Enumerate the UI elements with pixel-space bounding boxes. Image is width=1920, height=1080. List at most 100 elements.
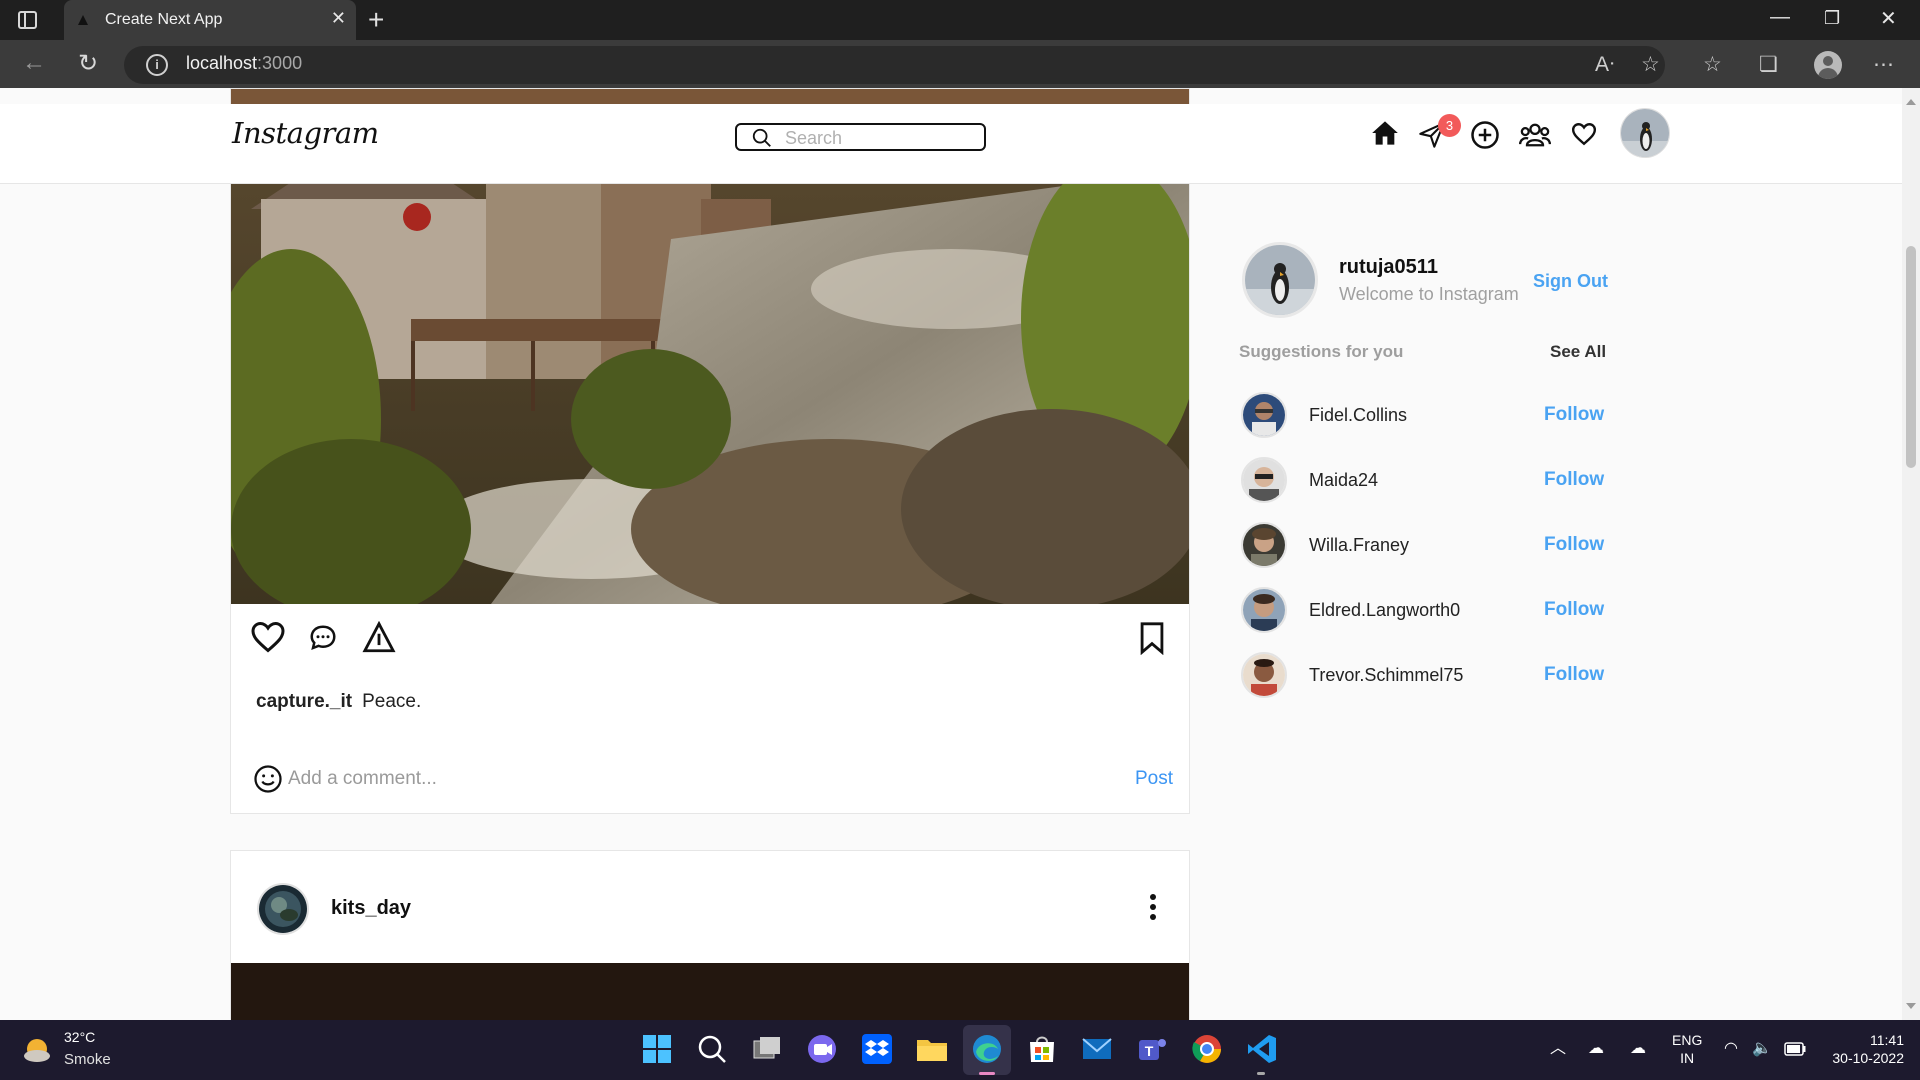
suggestion-avatar[interactable] (1241, 522, 1287, 568)
new-tab-icon[interactable]: + (368, 4, 384, 36)
profile-avatar[interactable] (1242, 242, 1318, 318)
post-caption-username[interactable]: capture._it (256, 691, 352, 712)
emoji-icon[interactable] (253, 764, 283, 794)
post-author-username[interactable]: kits_day (331, 897, 411, 920)
search-input[interactable] (785, 126, 981, 150)
onedrive-personal-icon[interactable]: ☁ (1630, 1038, 1646, 1058)
nextjs-favicon-icon (78, 15, 88, 25)
favorites-icon[interactable]: ☆ (1703, 52, 1722, 77)
teams-chat-icon[interactable] (805, 1032, 839, 1066)
collections-icon[interactable]: ❏ (1759, 52, 1778, 77)
active-app-indicator (979, 1072, 995, 1075)
home-icon[interactable] (1371, 119, 1399, 147)
windows-taskbar: 32°C Smoke T ︿ ☁ ☁ ENG IN ◠ 🔈 11:41 30-10-… (0, 1020, 1920, 1080)
restore-icon[interactable]: ❐ (1824, 8, 1840, 29)
scroll-up-icon[interactable] (1906, 94, 1916, 105)
address-bar[interactable] (124, 46, 1665, 84)
onedrive-icon[interactable]: ☁ (1588, 1038, 1604, 1058)
search-box[interactable] (735, 123, 986, 151)
scroll-down-icon[interactable] (1906, 1003, 1916, 1014)
post-image (231, 963, 1189, 1020)
more-menu-icon[interactable]: ⋯ (1873, 52, 1894, 77)
post-comment-button[interactable]: Post (1135, 768, 1173, 790)
instagram-logo[interactable]: Instagram (232, 116, 379, 150)
bookmark-icon[interactable] (1137, 621, 1167, 655)
file-explorer-icon[interactable] (915, 1032, 949, 1066)
comment-icon[interactable] (307, 623, 339, 653)
comment-form: Post (253, 762, 1173, 798)
url-text[interactable]: localhost:3000 (186, 53, 302, 74)
volume-icon[interactable]: 🔈 (1752, 1038, 1772, 1058)
language-indicator[interactable]: ENG IN (1672, 1031, 1702, 1067)
suggestion-item: Eldred.Langworth0 Follow (1239, 585, 1609, 635)
browser-tab[interactable]: Create Next App ✕ (64, 0, 356, 40)
suggestion-avatar[interactable] (1241, 392, 1287, 438)
profile-username[interactable]: rutuja0511 (1339, 256, 1438, 279)
chrome-icon[interactable] (1190, 1032, 1224, 1066)
notification-badge: 3 (1438, 114, 1461, 137)
wifi-icon[interactable]: ◠ (1724, 1038, 1738, 1058)
weather-temperature[interactable]: 32°C (64, 1029, 95, 1045)
battery-icon[interactable] (1784, 1042, 1806, 1056)
suggestion-item: Trevor.Schimmel75 Follow (1239, 650, 1609, 700)
sign-out-button[interactable]: Sign Out (1533, 271, 1608, 292)
scrollbar-thumb[interactable] (1906, 246, 1916, 468)
browser-titlebar: Create Next App ✕ + — ❐ ✕ (0, 0, 1920, 40)
follow-button[interactable]: Follow (1544, 599, 1604, 621)
post-caption-text: Peace. (362, 691, 422, 712)
suggestion-username[interactable]: Eldred.Langworth0 (1309, 600, 1460, 621)
show-hidden-icons-icon[interactable]: ︿ (1550, 1034, 1566, 1058)
suggestion-username[interactable]: Fidel.Collins (1309, 405, 1407, 426)
suggestion-avatar[interactable] (1241, 457, 1287, 503)
add-favorite-icon[interactable]: ☆ (1641, 52, 1660, 77)
running-app-indicator (1257, 1072, 1265, 1075)
window-close-icon[interactable]: ✕ (1880, 6, 1897, 31)
follow-button[interactable]: Follow (1544, 469, 1604, 491)
suggestion-username[interactable]: Willa.Franey (1309, 535, 1409, 556)
share-icon[interactable] (362, 621, 396, 655)
mail-icon[interactable] (1080, 1032, 1114, 1066)
see-all-button[interactable]: See All (1550, 342, 1606, 362)
minimize-icon[interactable]: — (1770, 6, 1790, 29)
post-author-avatar[interactable] (257, 883, 309, 935)
people-icon[interactable] (1519, 121, 1551, 149)
suggestion-username[interactable]: Maida24 (1309, 470, 1378, 491)
windows-start-icon[interactable] (640, 1032, 674, 1066)
back-icon[interactable]: ← (22, 49, 46, 77)
dropbox-icon[interactable] (860, 1032, 894, 1066)
like-heart-icon[interactable] (249, 619, 287, 655)
sidebar-toggle-icon[interactable] (18, 11, 37, 29)
page-scrollbar[interactable] (1902, 88, 1920, 1020)
add-post-icon[interactable] (1470, 120, 1500, 150)
app-header: Instagram 3 (0, 104, 1902, 184)
follow-button[interactable]: Follow (1544, 534, 1604, 556)
feed-post: kits_day (230, 850, 1190, 1020)
edge-browser-icon[interactable] (970, 1032, 1004, 1066)
system-clock[interactable]: 11:41 30-10-2022 (1820, 1031, 1904, 1067)
follow-button[interactable]: Follow (1544, 664, 1604, 686)
vscode-icon[interactable] (1245, 1032, 1279, 1066)
weather-sun-icon[interactable] (22, 1035, 52, 1065)
suggestion-username[interactable]: Trevor.Schimmel75 (1309, 665, 1463, 686)
follow-button[interactable]: Follow (1544, 404, 1604, 426)
more-options-icon[interactable] (1149, 893, 1157, 921)
read-aloud-icon[interactable]: Aᐧ (1595, 52, 1614, 77)
activity-heart-icon[interactable] (1570, 121, 1598, 147)
microsoft-store-icon[interactable] (1025, 1032, 1059, 1066)
refresh-icon[interactable]: ↻ (78, 49, 98, 78)
task-view-icon[interactable] (750, 1032, 784, 1066)
post-actions (231, 619, 1189, 669)
search-icon (752, 128, 771, 147)
suggestion-avatar[interactable] (1241, 587, 1287, 633)
browser-profile-icon[interactable] (1814, 51, 1842, 79)
page-viewport: capture._it Peace. Post kits_day Instagra… (0, 88, 1920, 1020)
search-icon[interactable] (695, 1032, 729, 1066)
suggestion-item: Maida24 Follow (1239, 455, 1609, 505)
teams-icon[interactable]: T (1135, 1032, 1169, 1066)
tab-close-icon[interactable]: ✕ (331, 8, 346, 29)
comment-input[interactable] (288, 764, 1068, 794)
suggestion-avatar[interactable] (1241, 652, 1287, 698)
site-info-icon[interactable]: i (146, 54, 168, 76)
weather-description[interactable]: Smoke (64, 1051, 111, 1068)
header-profile-avatar[interactable] (1620, 108, 1670, 158)
